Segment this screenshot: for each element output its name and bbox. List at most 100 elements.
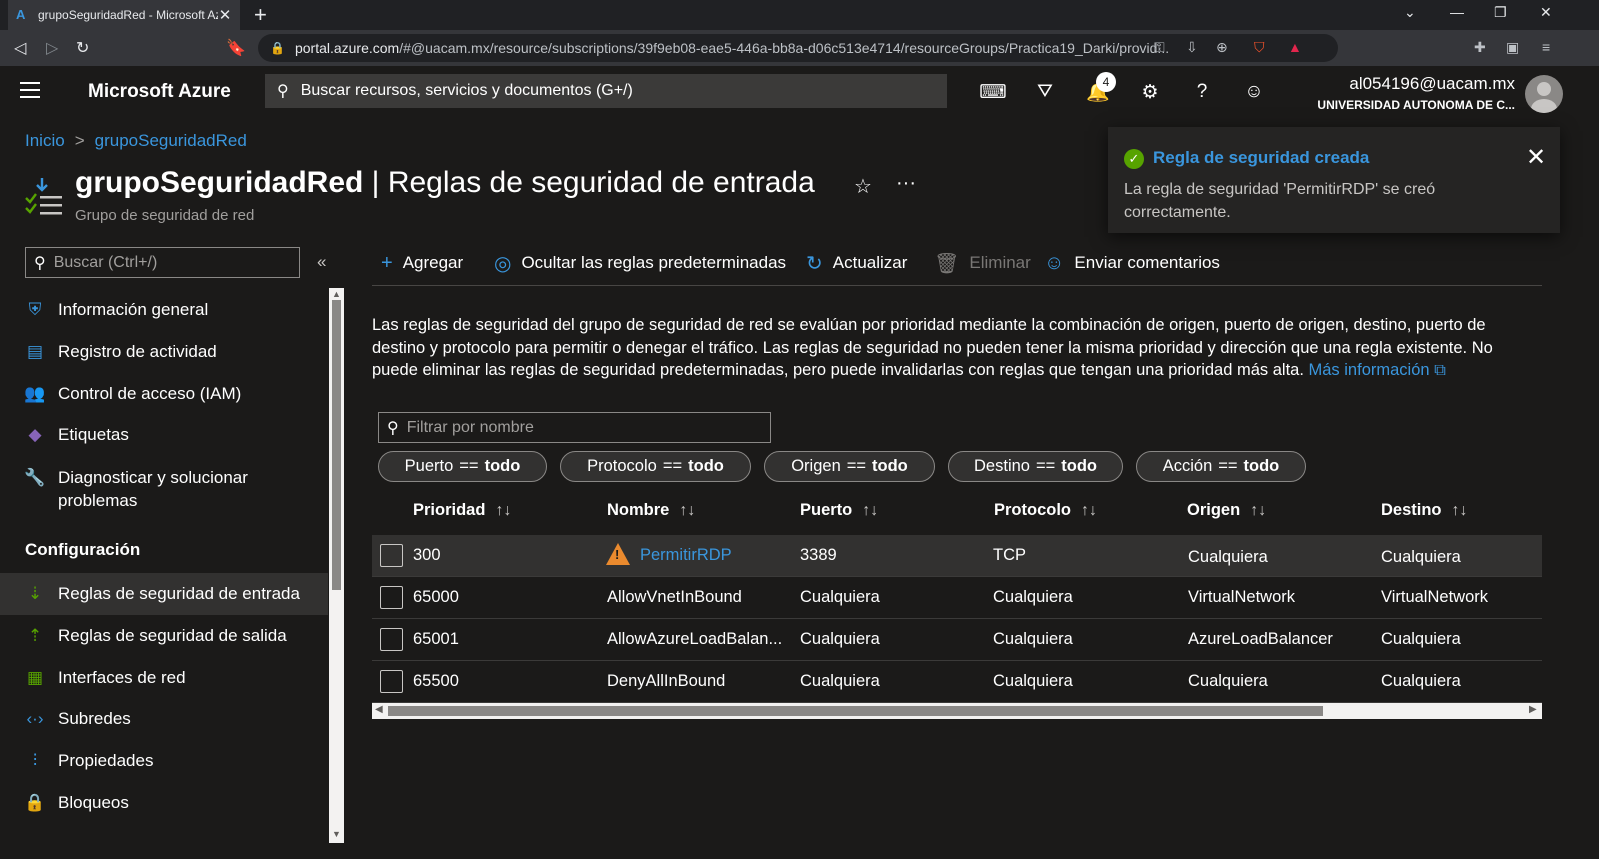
lock-icon: 🔒 bbox=[24, 793, 46, 812]
window-close-icon[interactable]: ✕ bbox=[1540, 4, 1552, 21]
favorite-star-icon[interactable]: ☆ bbox=[854, 174, 872, 199]
sidebar-item-properties[interactable]: ⫶ Propiedades bbox=[0, 740, 328, 782]
install-icon[interactable]: ⇩ bbox=[1186, 39, 1198, 56]
column-label: Destino bbox=[1381, 501, 1442, 519]
avatar[interactable] bbox=[1525, 75, 1563, 113]
sidebar-item-activity-log[interactable]: ▤ Registro de actividad bbox=[0, 331, 328, 373]
destination-filter-pill[interactable]: Destino == todo bbox=[948, 451, 1123, 482]
global-search-input[interactable]: ⚲ Buscar recursos, servicios y documento… bbox=[265, 74, 947, 108]
row-checkbox[interactable] bbox=[380, 586, 403, 609]
sidebar-item-overview[interactable]: ⛨ Información general bbox=[0, 289, 328, 331]
portal-menu-icon[interactable] bbox=[20, 82, 40, 103]
table-row[interactable]: 65000 AllowVnetInBound Cualquiera Cualqu… bbox=[372, 577, 1542, 619]
page-scrollbar[interactable] bbox=[1583, 118, 1599, 859]
table-row[interactable]: 300 ! PermitirRDP 3389 TCP Cualquiera Cu… bbox=[372, 535, 1542, 577]
cell-protocol: TCP bbox=[993, 546, 1026, 564]
sidebar-item-inbound-rules[interactable]: ⇣ Reglas de seguridad de entrada bbox=[0, 573, 328, 615]
table-horizontal-scrollbar[interactable]: ◀ ▶ bbox=[372, 703, 1542, 719]
sidebar-search-input[interactable]: ⚲ Buscar (Ctrl+/) bbox=[25, 247, 300, 278]
toast-close-icon[interactable]: ✕ bbox=[1526, 143, 1546, 172]
cloud-shell-icon[interactable]: ⌨ bbox=[979, 78, 1007, 106]
sidebar-item-locks[interactable]: 🔒 Bloqueos bbox=[0, 782, 328, 824]
collapse-sidebar-icon[interactable]: « bbox=[317, 252, 326, 272]
user-email[interactable]: al054196@uacam.mx bbox=[1349, 74, 1515, 94]
brave-shield-icon[interactable]: ⛉ bbox=[1254, 39, 1265, 56]
settings-icon[interactable]: ⚙ bbox=[1136, 78, 1164, 106]
column-header-protocol[interactable]: Protocolo ↑↓ bbox=[994, 501, 1097, 520]
filter-by-name-input[interactable]: ⚲ Filtrar por nombre bbox=[378, 412, 771, 443]
hide-defaults-button[interactable]: ◎ Ocultar las reglas predeterminadas bbox=[494, 249, 786, 277]
more-options-icon[interactable]: ··· bbox=[896, 172, 916, 195]
refresh-button[interactable]: ↻ Actualizar bbox=[806, 249, 907, 277]
column-header-port[interactable]: Puerto ↑↓ bbox=[800, 501, 878, 520]
directory-filter-icon[interactable]: ⛛ bbox=[1031, 78, 1059, 106]
table-row[interactable]: 65001 AllowAzureLoadBalan... Cualquiera … bbox=[372, 619, 1542, 661]
row-checkbox[interactable] bbox=[380, 670, 403, 693]
restore-icon[interactable]: ❐ bbox=[1494, 4, 1507, 21]
blade-title: Reglas de seguridad de entrada bbox=[387, 166, 815, 199]
sidebar-scrollbar[interactable]: ▲ ▼ bbox=[329, 288, 344, 843]
key-icon[interactable]: ⚿ bbox=[1154, 39, 1165, 56]
row-checkbox[interactable] bbox=[380, 544, 403, 567]
delete-button[interactable]: 🗑 Eliminar bbox=[934, 249, 1031, 277]
bookmark-icon[interactable]: 🔖 bbox=[226, 38, 246, 58]
cell-name-link[interactable]: PermitirRDP bbox=[640, 546, 732, 565]
pill-key: Protocolo bbox=[587, 457, 657, 475]
tab-search-icon[interactable]: ⌄ bbox=[1404, 4, 1416, 21]
reload-icon[interactable]: ↻ bbox=[76, 38, 89, 58]
sidebar-item-tags[interactable]: ◆ Etiquetas bbox=[0, 414, 328, 456]
add-button[interactable]: + Agregar bbox=[381, 249, 463, 277]
sidebar-item-network-interfaces[interactable]: ▦ Interfaces de red bbox=[0, 657, 328, 699]
toast-title[interactable]: Regla de seguridad creada bbox=[1153, 148, 1369, 168]
scroll-left-icon[interactable]: ◀ bbox=[375, 704, 383, 715]
breadcrumb-home[interactable]: Inicio bbox=[25, 131, 65, 151]
pill-op: == bbox=[1218, 457, 1238, 475]
source-filter-pill[interactable]: Origen == todo bbox=[764, 451, 935, 482]
minimize-icon[interactable]: — bbox=[1450, 4, 1464, 20]
column-header-name[interactable]: Nombre ↑↓ bbox=[607, 501, 695, 520]
sort-icon: ↑↓ bbox=[862, 501, 879, 519]
column-header-destination[interactable]: Destino ↑↓ bbox=[1381, 501, 1468, 520]
scroll-right-icon[interactable]: ▶ bbox=[1529, 704, 1537, 715]
pill-val: todo bbox=[1061, 457, 1097, 475]
scroll-up-icon[interactable]: ▲ bbox=[332, 289, 341, 299]
sidebar-scroll-thumb[interactable] bbox=[332, 300, 341, 590]
action-filter-pill[interactable]: Acción == todo bbox=[1136, 451, 1306, 482]
feedback-button[interactable]: ☺ Enviar comentarios bbox=[1044, 249, 1220, 277]
new-tab-button[interactable]: + bbox=[254, 2, 267, 28]
row-checkbox[interactable] bbox=[380, 628, 403, 651]
warning-icon: ! bbox=[606, 543, 630, 565]
menu-icon[interactable]: ≡ bbox=[1542, 39, 1550, 55]
table-scroll-thumb[interactable] bbox=[388, 706, 1323, 716]
port-filter-pill[interactable]: Puerto == todo bbox=[378, 451, 547, 482]
column-header-priority[interactable]: Prioridad ↑↓ bbox=[413, 501, 511, 520]
browser-tab[interactable]: A grupoSeguridadRed - Microsoft Azure ✕ bbox=[8, 0, 240, 30]
address-bar[interactable]: 🔒 portal.azure.com/#@uacam.mx/resource/s… bbox=[258, 34, 1338, 62]
rewards-icon[interactable]: ▲ bbox=[1288, 39, 1302, 55]
feedback-icon[interactable]: ☺ bbox=[1240, 78, 1268, 106]
wallet-icon[interactable]: ▣ bbox=[1506, 39, 1519, 56]
sidebar-item-diagnose[interactable]: 🔧 Diagnosticar y solucionar problemas bbox=[0, 462, 328, 514]
sidebar-item-label: Reglas de seguridad de salida bbox=[58, 626, 287, 645]
back-icon[interactable]: ◁ bbox=[14, 38, 26, 58]
protocol-filter-pill[interactable]: Protocolo == todo bbox=[560, 451, 751, 482]
column-label: Protocolo bbox=[994, 501, 1071, 519]
column-header-source[interactable]: Origen ↑↓ bbox=[1187, 501, 1266, 520]
zoom-icon[interactable]: ⊕ bbox=[1216, 39, 1228, 56]
user-org[interactable]: UNIVERSIDAD AUTONOMA DE C... bbox=[1317, 98, 1515, 112]
brand-label[interactable]: Microsoft Azure bbox=[88, 81, 231, 103]
table-row[interactable]: 65500 DenyAllInBound Cualquiera Cualquie… bbox=[372, 661, 1542, 703]
forward-icon[interactable]: ▷ bbox=[46, 38, 58, 58]
cell-source: AzureLoadBalancer bbox=[1188, 630, 1333, 648]
scroll-down-icon[interactable]: ▼ bbox=[332, 829, 341, 839]
sidebar-item-subnets[interactable]: ‹·› Subredes bbox=[0, 698, 328, 740]
azure-favicon-icon: A bbox=[16, 7, 26, 22]
extensions-icon[interactable]: ✚ bbox=[1474, 39, 1486, 56]
sidebar-item-outbound-rules[interactable]: ⇡ Reglas de seguridad de salida bbox=[0, 615, 328, 657]
tab-close-icon[interactable]: ✕ bbox=[218, 6, 232, 24]
azure-topbar: Microsoft Azure ⚲ Buscar recursos, servi… bbox=[0, 66, 1599, 118]
breadcrumb-current[interactable]: grupoSeguridadRed bbox=[95, 131, 247, 151]
help-icon[interactable]: ? bbox=[1188, 78, 1216, 106]
learn-more-link[interactable]: Más información bbox=[1309, 361, 1430, 379]
sidebar-item-iam[interactable]: 👥 Control de acceso (IAM) bbox=[0, 373, 328, 415]
